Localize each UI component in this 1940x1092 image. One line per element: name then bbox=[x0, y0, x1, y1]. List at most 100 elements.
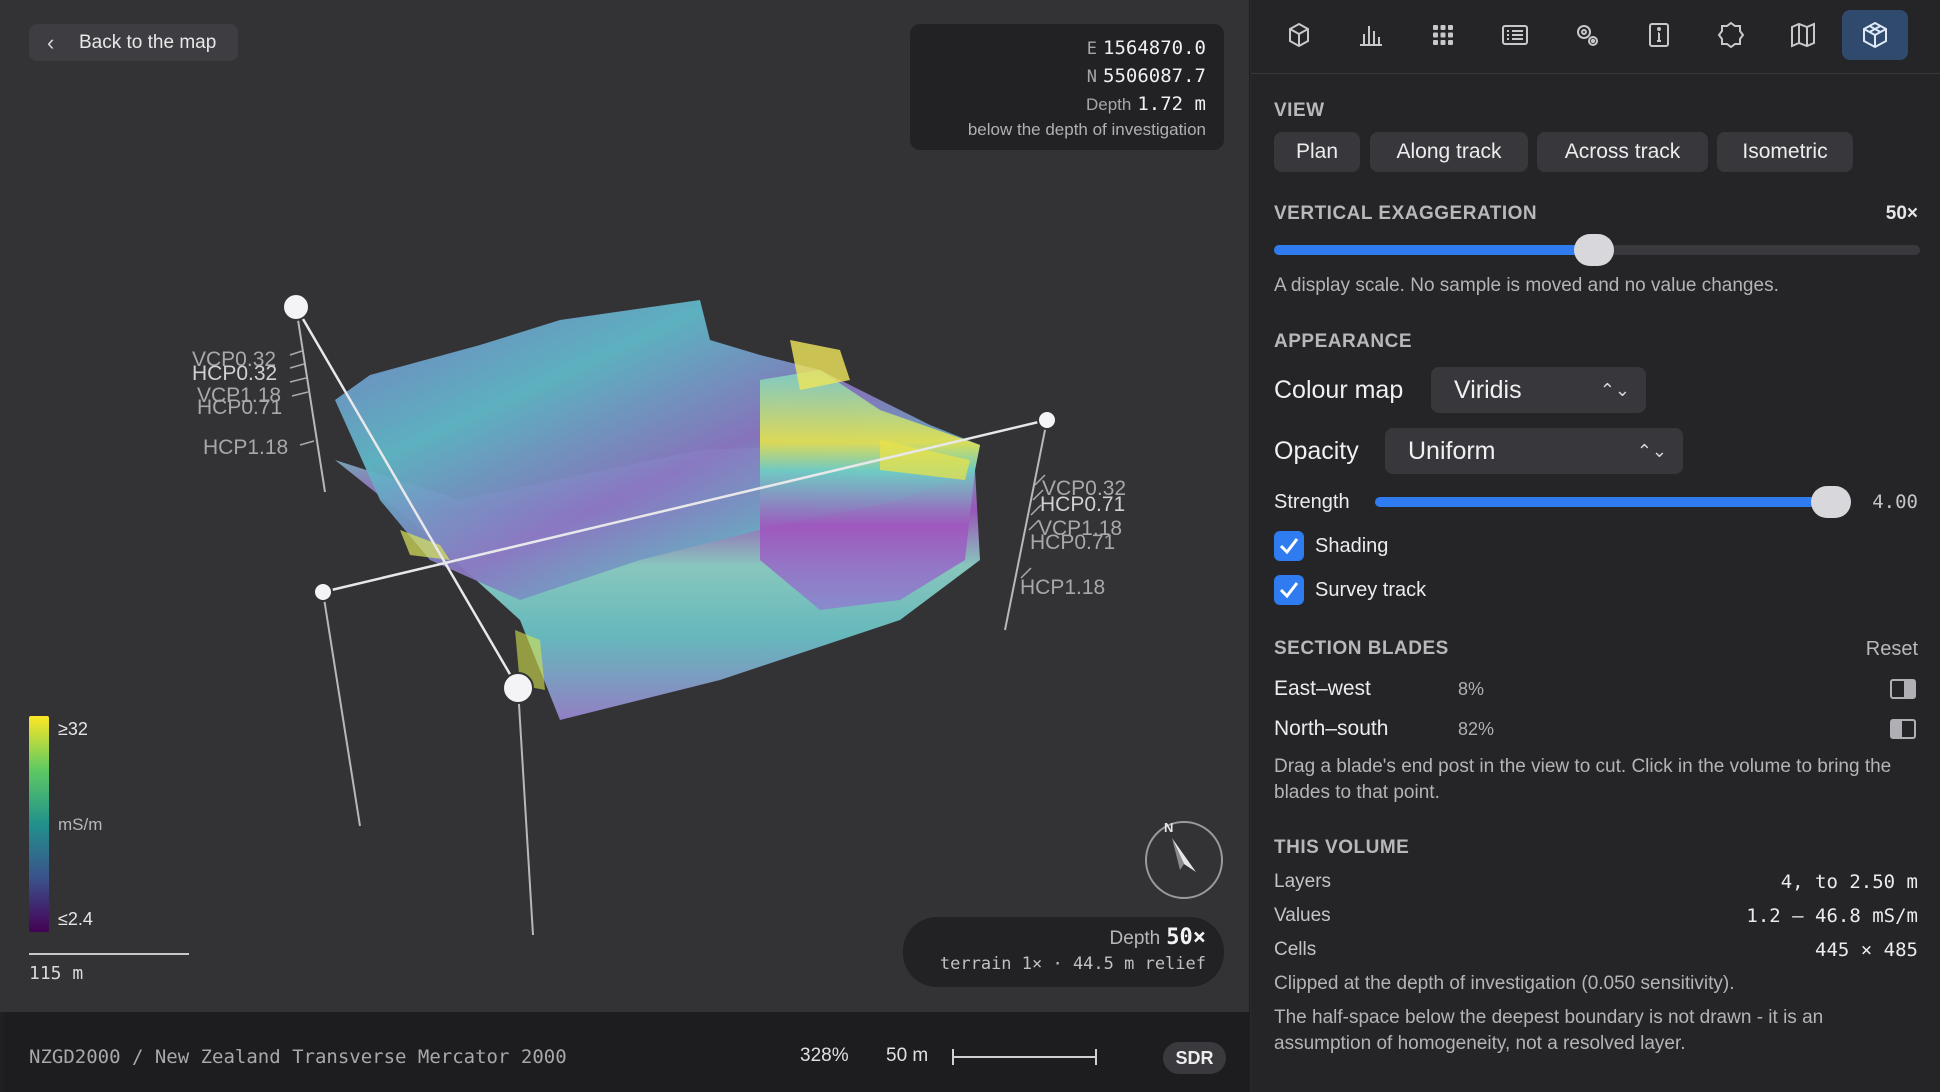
side-panel-toggle-icon[interactable] bbox=[1890, 679, 1916, 699]
opacity-value: Uniform bbox=[1408, 437, 1496, 465]
legend-min: ≤2.4 bbox=[58, 909, 93, 929]
strength-value: 4.00 bbox=[1872, 491, 1918, 513]
survey-track-label: Survey track bbox=[1315, 579, 1427, 601]
blade-east-west-pct: 8% bbox=[1458, 679, 1485, 699]
status-scale-label: 50 m bbox=[886, 1045, 929, 1066]
slider-handle[interactable] bbox=[1811, 486, 1851, 518]
side-panel-toggle-icon[interactable] bbox=[1890, 719, 1916, 739]
back-label: Back to the map bbox=[79, 32, 217, 53]
grid-icon[interactable] bbox=[1410, 10, 1476, 60]
slider-fill bbox=[1375, 497, 1831, 507]
colour-legend-bar bbox=[29, 716, 49, 932]
depth-value: 1.72 m bbox=[1137, 93, 1206, 115]
blade-handle bbox=[282, 293, 310, 321]
layers-label: Layers bbox=[1274, 871, 1332, 892]
badge-icon[interactable] bbox=[1698, 10, 1764, 60]
updown-chevron-icon: ⌃⌄ bbox=[1636, 441, 1667, 461]
back-to-map-button[interactable]: ‹ Back to the map bbox=[29, 24, 239, 61]
coordinate-readout: E 1564870.0 N 5506087.7 Depth 1.72 m below … bbox=[910, 24, 1224, 150]
blade-north-south-label: North–south bbox=[1274, 717, 1389, 740]
values-label: Values bbox=[1274, 905, 1331, 926]
volume-clip-note: Clipped at the depth of investigation (0… bbox=[1274, 973, 1735, 994]
post-line bbox=[517, 687, 534, 936]
depth-exaggeration-readout: Depth 50× terrain 1× · 44.5 m relief bbox=[903, 917, 1224, 987]
section-blades-title: SECTION BLADES bbox=[1274, 638, 1449, 659]
depth-box-label: Depth bbox=[1109, 928, 1161, 949]
this-volume-title: THIS VOLUME bbox=[1274, 837, 1410, 858]
bar-chart-icon[interactable] bbox=[1338, 10, 1404, 60]
post-label: HCP1.18 bbox=[1020, 576, 1105, 599]
depth-box-value: 50× bbox=[1166, 925, 1206, 950]
panel-toolbar bbox=[1251, 0, 1940, 74]
post-label: HCP0.71 bbox=[1040, 493, 1125, 516]
settings-icon[interactable] bbox=[1554, 10, 1620, 60]
view-isometric-button[interactable]: Isometric bbox=[1717, 132, 1853, 172]
post-label: HCP0.71 bbox=[197, 396, 282, 419]
blade-east-west-label: East–west bbox=[1274, 677, 1371, 700]
opacity-select[interactable]: Uniform ⌃⌄ bbox=[1385, 428, 1683, 474]
vertical-exaggeration-slider[interactable] bbox=[1274, 234, 1920, 266]
cells-value: 445 × 485 bbox=[1815, 939, 1918, 961]
cube-outline-icon[interactable] bbox=[1266, 10, 1332, 60]
status-bar: NZGD2000 / New Zealand Transverse Mercat… bbox=[4, 1012, 1250, 1092]
depth-note: below the depth of investigation bbox=[967, 120, 1206, 139]
layers-value: 4, to 2.50 m bbox=[1780, 871, 1918, 893]
legend-unit: mS/m bbox=[58, 815, 103, 834]
slider-handle[interactable] bbox=[1574, 234, 1614, 266]
shading-label: Shading bbox=[1315, 535, 1389, 557]
updown-chevron-icon: ⌃⌄ bbox=[1599, 380, 1630, 400]
shading-checkbox[interactable] bbox=[1274, 531, 1304, 561]
northing-label: N bbox=[1086, 67, 1098, 87]
colour-map-label: Colour map bbox=[1274, 376, 1404, 404]
map-icon[interactable] bbox=[1770, 10, 1836, 60]
info-icon[interactable] bbox=[1626, 10, 1692, 60]
survey-track-checkbox[interactable] bbox=[1274, 575, 1304, 605]
colour-map-select[interactable]: Viridis ⌃⌄ bbox=[1431, 367, 1646, 413]
blade-handle bbox=[313, 582, 333, 602]
compass-icon[interactable]: N bbox=[1144, 820, 1224, 900]
post-line bbox=[295, 306, 326, 493]
blade-handle bbox=[1037, 410, 1057, 430]
scale-label: 115 m bbox=[29, 963, 84, 984]
view-along-track-button[interactable]: Along track bbox=[1370, 132, 1528, 172]
easting-value: 1564870.0 bbox=[1103, 37, 1206, 59]
post-label: HCP0.71 bbox=[1030, 531, 1115, 554]
cells-label: Cells bbox=[1274, 939, 1317, 960]
values-value: 1.2 — 46.8 mS/m bbox=[1746, 905, 1918, 927]
easting-label: E bbox=[1086, 39, 1098, 59]
status-scale-bar bbox=[952, 1049, 1097, 1065]
zoom-level: 328% bbox=[800, 1045, 849, 1066]
blade-handle bbox=[502, 672, 534, 704]
legend-max: ≥32 bbox=[58, 719, 88, 739]
strength-label: Strength bbox=[1274, 491, 1350, 513]
list-icon[interactable] bbox=[1482, 10, 1548, 60]
side-panel: VIEW Plan Along track Across track Isome… bbox=[1251, 0, 1940, 1092]
view-across-track-button[interactable]: Across track bbox=[1537, 132, 1708, 172]
volume-scene[interactable]: VCP0.32 HCP0.32 VCP1.18 HCP0.71 HCP1.18 … bbox=[0, 0, 1250, 1012]
vertical-exaggeration-value: 50× bbox=[1885, 203, 1918, 224]
strength-slider[interactable] bbox=[1375, 486, 1851, 518]
view-plan-button[interactable]: Plan bbox=[1274, 132, 1360, 172]
view-section-title: VIEW bbox=[1274, 100, 1325, 121]
slider-fill bbox=[1274, 245, 1594, 255]
volume-halfspace-note: The half-space below the deepest boundar… bbox=[1274, 1007, 1824, 1054]
blades-help: Drag a blade's end post in the view to c… bbox=[1274, 756, 1892, 803]
post-label: HCP1.18 bbox=[203, 436, 288, 459]
scale-bar bbox=[29, 953, 189, 955]
blade-north-south-pct: 82% bbox=[1458, 719, 1495, 739]
vertical-exaggeration-help: A display scale. No sample is moved and … bbox=[1274, 275, 1779, 296]
cube-3d-icon[interactable] bbox=[1842, 10, 1908, 60]
depth-label: Depth bbox=[1085, 95, 1132, 114]
compass-north-label: N bbox=[1164, 820, 1173, 835]
colour-map-value: Viridis bbox=[1454, 376, 1522, 404]
post-label: HCP0.32 bbox=[192, 362, 277, 385]
northing-value: 5506087.7 bbox=[1103, 65, 1206, 87]
blades-reset-link[interactable]: Reset bbox=[1866, 638, 1918, 661]
sdr-badge[interactable]: SDR bbox=[1163, 1042, 1226, 1074]
post-line bbox=[322, 591, 361, 827]
3d-viewport[interactable]: VCP0.32 HCP0.32 VCP1.18 HCP0.71 HCP1.18 … bbox=[0, 0, 1250, 1012]
depth-box-sub: terrain 1× · 44.5 m relief bbox=[939, 954, 1206, 974]
chevron-left-icon: ‹ bbox=[47, 30, 55, 55]
opacity-label: Opacity bbox=[1274, 437, 1359, 465]
appearance-section-title: APPEARANCE bbox=[1274, 331, 1413, 352]
